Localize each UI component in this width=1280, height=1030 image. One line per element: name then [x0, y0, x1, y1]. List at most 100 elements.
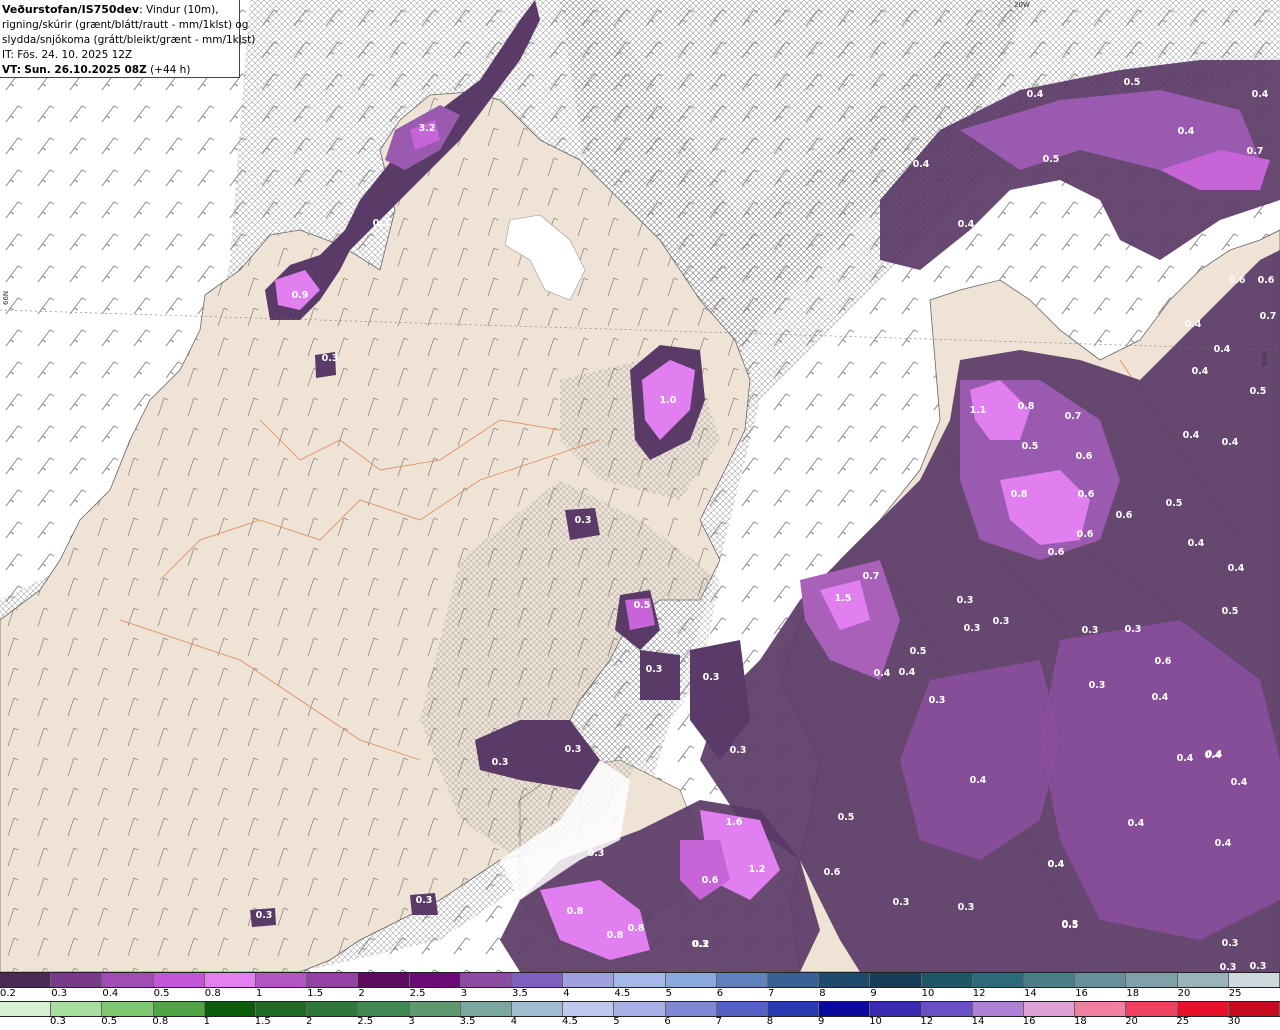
colorbar-swatch: [921, 1002, 973, 1016]
precip-value-label: 0.3: [322, 353, 339, 364]
colorbar-tick-label: 12: [920, 1016, 934, 1027]
colorbar-swatch: [0, 973, 52, 987]
precip-value-label: 0.3: [256, 910, 273, 921]
colorbar-swatch: [512, 973, 564, 987]
colorbar-tick-label: 4: [510, 1016, 518, 1027]
colorbar-tick-label: 3.5: [512, 988, 528, 999]
precip-value-label: 0.4: [874, 668, 891, 679]
precip-value-label: 0.8: [1018, 401, 1035, 412]
colorbar-tick-label: 14: [971, 1016, 985, 1027]
precip-value-label: 0.3: [1082, 625, 1099, 636]
colorbar-tick-label: 0.4: [102, 988, 119, 999]
precip-value-label: 0.3: [565, 744, 582, 755]
valid-time: VT: Sun. 26.10.2025 08Z (+44 h): [2, 63, 239, 78]
precip-value-label: 0.4: [1192, 366, 1209, 377]
colorbar-swatch: [204, 973, 257, 987]
colorbar-tick-label: 3.5: [459, 1016, 476, 1027]
precip-value-label: 0.6: [1078, 489, 1095, 500]
precip-value-label: 0.4: [970, 775, 987, 786]
colorbar-tick-label: 25: [1176, 1016, 1190, 1027]
precip-value-label: 0.3: [958, 902, 975, 913]
precip-value-label: 0.4: [1231, 777, 1248, 788]
map-subtitle-rain: rigning/skúrir (grænt/blátt/rautt - mm/1…: [2, 19, 249, 31]
colorbar-swatch: [409, 1002, 461, 1016]
colorbar-rain-labels: 0.3 0.5 0.8 1 1.5 2 2.5 3 3.5 4 4.5 5 6 7 8 9 10 12 14 16 18…: [0, 1016, 1280, 1030]
colorbar-tick-label: 0.5: [101, 1016, 118, 1027]
colorbar-swatch: [460, 973, 513, 987]
colorbar-tick-label: 20: [1177, 988, 1191, 999]
colorbar-tick-label: 6: [664, 1016, 671, 1027]
precip-value-label: 0.3: [893, 897, 910, 908]
colorbar-swatch: [614, 973, 666, 987]
precip-value-label: 0.7: [1260, 311, 1277, 322]
map-title-source: Veðurstofan/IS750dev: [2, 3, 140, 16]
precip-value-label: 0.3: [730, 745, 747, 756]
colorbar-tick-label: 0.2: [0, 988, 16, 999]
colorbar-legend: 0.2 0.3 0.4 0.5 0.8 1 1.5 2 2.5 3 3.5 4 4.5 5 6 7 8 9 10 12…: [0, 972, 1280, 1030]
colorbar-tick-label: 2: [358, 988, 365, 999]
colorbar-swatch: [307, 1002, 359, 1016]
precip-value-label: 0.6: [1076, 451, 1093, 462]
colorbar-swatch: [972, 973, 1025, 987]
colorbar-swatch: [870, 1002, 922, 1016]
precip-value-label: 0.3: [575, 515, 592, 526]
precip-value-label: 0.8: [567, 906, 584, 917]
colorbar-tick-label: 4: [563, 988, 570, 999]
initial-time: IT: Fös. 24. 10. 2025 12Z: [2, 48, 239, 63]
colorbar-swatch: [51, 973, 103, 987]
precip-value-label: 0.7: [1247, 146, 1264, 157]
colorbar-tick-label: 0.3: [50, 1016, 66, 1027]
precip-value-label: 0.4: [1205, 750, 1222, 761]
precip-value-label: 0.4: [1215, 838, 1232, 849]
colorbar-tick-label: 12: [972, 988, 986, 999]
precip-value-label: 0.6: [1116, 510, 1133, 521]
colorbar-tick-label: 0.3: [51, 988, 68, 999]
precip-value-label: 0.4: [1185, 319, 1202, 330]
colorbar-swatch: [358, 973, 410, 987]
precip-value-label: 0.3: [373, 218, 390, 229]
precip-value-label: 0.4: [1177, 753, 1194, 764]
map-title-rest: : Vindur (10m),: [139, 4, 219, 16]
precip-value-label: 0.4: [1178, 126, 1195, 137]
precip-value-label: 0.4: [1152, 692, 1169, 703]
precip-value-label: 0.4: [1188, 538, 1205, 549]
precip-value-label: 0.4: [1128, 818, 1145, 829]
colorbar-tick-label: 0.5: [153, 988, 170, 999]
colorbar-swatch: [665, 973, 717, 987]
colorbar-tick-label: 9: [870, 988, 877, 999]
initial-time-value: Fös. 24. 10. 2025 12Z: [17, 49, 133, 61]
precip-value-label: 0.4: [1048, 859, 1065, 870]
precip-value-label: 0.4: [913, 159, 930, 170]
colorbar-swatch: [768, 973, 820, 987]
precip-value-label: 0.5: [1124, 77, 1141, 88]
colorbar-tick-label: 4.5: [614, 988, 631, 999]
colorbar-tick-label: 8: [766, 1016, 774, 1027]
precip-value-label: 0.3: [957, 595, 974, 606]
colorbar-tick-label: 16: [1075, 988, 1088, 999]
precip-value-label: 0.4: [1228, 563, 1245, 574]
colorbar-swatch: [1126, 1002, 1178, 1016]
precip-value-label: 0.3: [1125, 624, 1142, 635]
colorbar-rain: [0, 1001, 1280, 1017]
precip-value-label: 0.8: [607, 930, 624, 941]
colorbar-tick-label: 30: [1227, 1016, 1241, 1027]
precip-value-label: 0.5: [1222, 606, 1239, 617]
precip-value-label: 0.9: [292, 290, 309, 301]
precip-value-label: 0.4: [1252, 89, 1269, 100]
colorbar-swatch: [1177, 973, 1229, 987]
colorbar-swatch: [1126, 973, 1178, 987]
colorbar-swatch: [51, 1002, 103, 1016]
colorbar-snow: [0, 972, 1280, 988]
precip-value-label: 0.7: [1065, 411, 1082, 422]
precip-value-label: 3.2: [419, 123, 436, 134]
colorbar-tick-label: 1.5: [307, 988, 324, 999]
colorbar-swatch: [358, 1002, 410, 1016]
colorbar-swatch: [768, 1002, 820, 1016]
colorbar-tick-label: 14: [1024, 988, 1037, 999]
colorbar-tick-label: 2: [306, 1016, 313, 1027]
precip-value-label: 0.3: [416, 895, 433, 906]
precip-value-label: 0.6: [1155, 656, 1172, 667]
precip-value-label: 0.5: [1166, 498, 1183, 509]
colorbar-tick-label: 3: [408, 1016, 415, 1027]
precip-value-label: 0.3: [703, 672, 720, 683]
